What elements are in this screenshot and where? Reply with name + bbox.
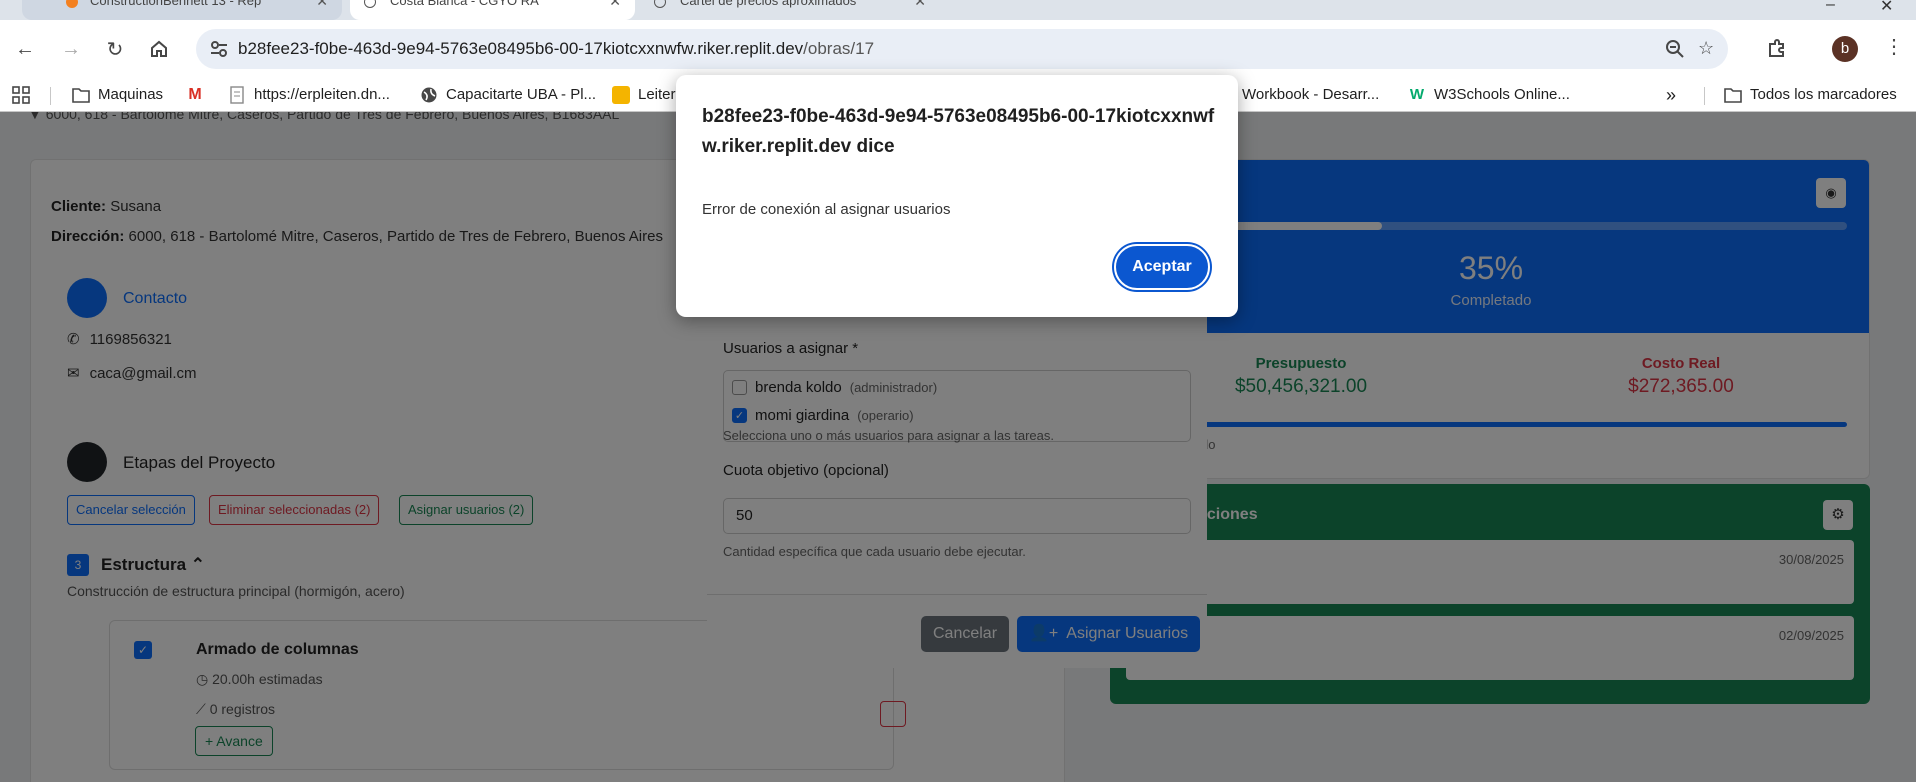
bookmark-label: Workbook - Desarr... [1242, 86, 1380, 103]
tab-favicon-icon [654, 0, 666, 8]
alert-message: Error de conexión al asignar usuarios [702, 201, 951, 218]
bookmark-gmail[interactable]: M [186, 78, 204, 112]
more-bookmarks-icon[interactable]: » [1666, 78, 1676, 112]
bookmark-label: Capacitarte UBA - Pl... [446, 86, 597, 103]
bookmarks-separator [50, 87, 51, 105]
bookmark-label: Todos los marcadores [1750, 86, 1897, 103]
tab-label: ConstructionBennett 13 - Rep [90, 0, 262, 8]
zoom-icon[interactable] [1664, 38, 1686, 60]
page-icon [228, 86, 246, 104]
all-bookmarks[interactable]: Todos los marcadores [1724, 78, 1897, 112]
globe-icon [420, 86, 438, 104]
browser-menu-icon[interactable]: ⋮ [1884, 34, 1904, 59]
minimize-icon[interactable]: – [1826, 0, 1835, 14]
bookmark-star-icon[interactable]: ☆ [1698, 38, 1720, 60]
tab-close-icon[interactable]: ✕ [609, 0, 621, 14]
profile-avatar[interactable]: b [1832, 36, 1858, 62]
tab-close-icon[interactable]: ✕ [914, 0, 926, 14]
tab-favicon-icon [66, 0, 78, 8]
tab-close-icon[interactable]: ✕ [316, 0, 328, 14]
gmail-icon: M [188, 86, 202, 103]
url-text[interactable]: b28fee23-f0be-463d-9e94-5763e08495b6-00-… [238, 29, 874, 69]
bookmark-workbook[interactable]: Workbook - Desarr... [1242, 78, 1379, 112]
tab-strip: ConstructionBennett 13 - Rep ✕ Costa Bla… [0, 0, 1916, 20]
forward-arrow-icon[interactable]: → [58, 36, 84, 62]
tab-2-active[interactable]: Costa Blanca - CGYO RA ✕ [350, 0, 635, 20]
alert-title: b28fee23-f0be-463d-9e94-5763e08495b6-00-… [702, 106, 1215, 157]
apps-grid-icon[interactable] [12, 78, 30, 112]
reload-icon[interactable]: ↻ [102, 36, 128, 62]
bookmark-label: W3Schools Online... [1434, 86, 1570, 103]
tab-favicon-icon [364, 0, 376, 8]
back-arrow-icon[interactable]: ← [12, 36, 38, 62]
address-bar[interactable]: b28fee23-f0be-463d-9e94-5763e08495b6-00-… [196, 29, 1728, 69]
url-path: /obras/17 [803, 39, 875, 58]
url-host: b28fee23-f0be-463d-9e94-5763e08495b6-00-… [238, 39, 804, 58]
bookmark-label: https://erpleiten.dn... [254, 86, 390, 103]
extensions-icon[interactable] [1764, 36, 1790, 62]
bookmark-erpleiten[interactable]: https://erpleiten.dn... [228, 78, 390, 112]
bookmark-w3schools[interactable]: W W3Schools Online... [1408, 78, 1570, 112]
folder-icon [72, 86, 90, 104]
bookmark-maquinas[interactable]: Maquinas [72, 78, 163, 112]
tab-label: Cartel de precios aproximados [680, 0, 857, 8]
bookmark-icon [612, 86, 630, 104]
folder-icon [1724, 86, 1742, 104]
close-window-icon[interactable]: ✕ [1880, 0, 1893, 16]
bookmark-label: Maquinas [98, 86, 164, 103]
w3schools-icon: W [1409, 86, 1425, 103]
bookmark-leiter[interactable]: Leiter [612, 78, 676, 112]
tab-1[interactable]: ConstructionBennett 13 - Rep ✕ [22, 0, 342, 20]
site-info-icon[interactable] [208, 38, 230, 60]
tab-label: Costa Blanca - CGYO RA [390, 0, 539, 8]
browser-toolbar: ← → ↻ b28fee23-f0be-463d-9e94-5763e08495… [0, 20, 1916, 78]
bookmark-label: Leiter [638, 86, 676, 103]
alert-ok-button[interactable]: Aceptar [1114, 244, 1210, 290]
bookmark-capacitarte[interactable]: Capacitarte UBA - Pl... [420, 78, 596, 112]
bookmarks-separator [1704, 87, 1705, 105]
home-icon[interactable] [146, 36, 172, 62]
tab-3[interactable]: Cartel de precios aproximados ✕ [640, 0, 940, 20]
